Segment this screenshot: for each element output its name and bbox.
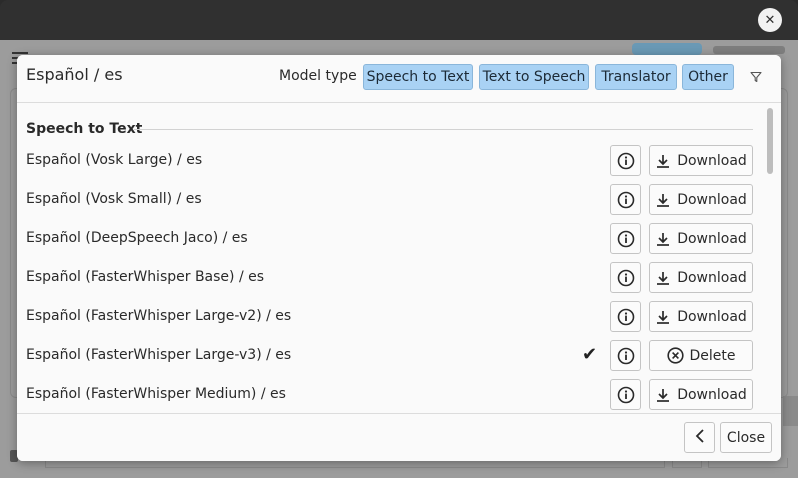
download-button[interactable]: Download bbox=[649, 184, 753, 215]
dialog-header: Español / es Model type Speech to Text T… bbox=[17, 55, 781, 103]
menu-icon bbox=[12, 52, 28, 54]
back-button[interactable] bbox=[684, 422, 715, 453]
download-icon bbox=[655, 192, 671, 208]
model-row: Español (DeepSpeech Jaco) / es Download bbox=[17, 220, 767, 259]
delete-button[interactable]: Delete bbox=[649, 340, 753, 371]
chip-other[interactable]: Other bbox=[682, 64, 734, 90]
info-button[interactable] bbox=[610, 301, 641, 332]
action-label: Delete bbox=[689, 347, 736, 364]
action-label: Download bbox=[677, 308, 747, 325]
info-button[interactable] bbox=[610, 262, 641, 293]
model-row: Español (FasterWhisper Base) / es Downloa… bbox=[17, 259, 767, 298]
download-icon bbox=[655, 387, 671, 403]
action-label: Download bbox=[677, 230, 747, 247]
section-divider bbox=[134, 129, 753, 130]
model-name: Español (Vosk Small) / es bbox=[26, 191, 202, 207]
download-button[interactable]: Download bbox=[649, 262, 753, 293]
info-icon bbox=[617, 386, 635, 404]
info-button[interactable] bbox=[610, 340, 641, 371]
scrollbar-thumb[interactable] bbox=[767, 108, 773, 174]
model-name: Español (DeepSpeech Jaco) / es bbox=[26, 230, 248, 246]
info-button[interactable] bbox=[610, 223, 641, 254]
info-icon bbox=[617, 230, 635, 248]
download-icon bbox=[655, 309, 671, 325]
model-list: Speech to Text Español (Vosk Large) / es… bbox=[17, 103, 781, 413]
info-icon bbox=[617, 191, 635, 209]
delete-icon bbox=[666, 347, 684, 364]
info-button[interactable] bbox=[610, 184, 641, 215]
model-row: Español (FasterWhisper Large-v3) / es ✔ De… bbox=[17, 337, 767, 376]
model-name: Español (FasterWhisper Large-v2) / es bbox=[26, 308, 292, 324]
background-edge bbox=[783, 396, 798, 426]
info-icon bbox=[617, 269, 635, 287]
chevron-left-icon bbox=[695, 428, 705, 447]
model-row: Español (Vosk Large) / es Download bbox=[17, 142, 767, 181]
action-label: Download bbox=[677, 191, 747, 208]
chip-speech-to-text[interactable]: Speech to Text bbox=[363, 64, 473, 90]
installed-check-icon: ✔ bbox=[582, 344, 598, 365]
window-close-icon[interactable]: ✕ bbox=[758, 8, 782, 32]
models-dialog: Español / es Model type Speech to Text T… bbox=[17, 55, 781, 461]
action-label: Download bbox=[677, 386, 747, 403]
download-button[interactable]: Download bbox=[649, 301, 753, 332]
download-button[interactable]: Download bbox=[649, 379, 753, 410]
download-icon bbox=[655, 270, 671, 286]
model-name: Español (FasterWhisper Large-v3) / es bbox=[26, 347, 292, 363]
background-button bbox=[632, 43, 702, 55]
dialog-title: Español / es bbox=[26, 65, 123, 84]
download-button[interactable]: Download bbox=[649, 145, 753, 176]
model-row: Español (FasterWhisper Large-v2) / es Dow… bbox=[17, 298, 767, 337]
download-icon bbox=[655, 231, 671, 247]
chip-translator[interactable]: Translator bbox=[595, 64, 677, 90]
info-button[interactable] bbox=[610, 145, 641, 176]
info-icon bbox=[617, 152, 635, 170]
info-button[interactable] bbox=[610, 379, 641, 410]
section-heading: Speech to Text bbox=[26, 121, 143, 137]
chip-text-to-speech[interactable]: Text to Speech bbox=[479, 64, 589, 90]
model-type-label: Model type bbox=[279, 68, 357, 84]
window-titlebar: ✕ bbox=[0, 0, 798, 40]
model-name: Español (FasterWhisper Medium) / es bbox=[26, 386, 286, 402]
info-icon bbox=[617, 308, 635, 326]
close-button[interactable]: Close bbox=[720, 422, 772, 453]
model-row: Español (FasterWhisper Medium) / es Downl… bbox=[17, 376, 767, 413]
action-label: Download bbox=[677, 152, 747, 169]
model-name: Español (Vosk Large) / es bbox=[26, 152, 203, 168]
download-icon bbox=[655, 153, 671, 169]
filter-icon[interactable] bbox=[745, 66, 767, 88]
model-name: Español (FasterWhisper Base) / es bbox=[26, 269, 265, 285]
download-button[interactable]: Download bbox=[649, 223, 753, 254]
background-text bbox=[713, 46, 785, 54]
info-icon bbox=[617, 347, 635, 365]
dialog-footer: Close bbox=[17, 413, 781, 461]
action-label: Download bbox=[677, 269, 747, 286]
model-row: Español (Vosk Small) / es Download bbox=[17, 181, 767, 220]
